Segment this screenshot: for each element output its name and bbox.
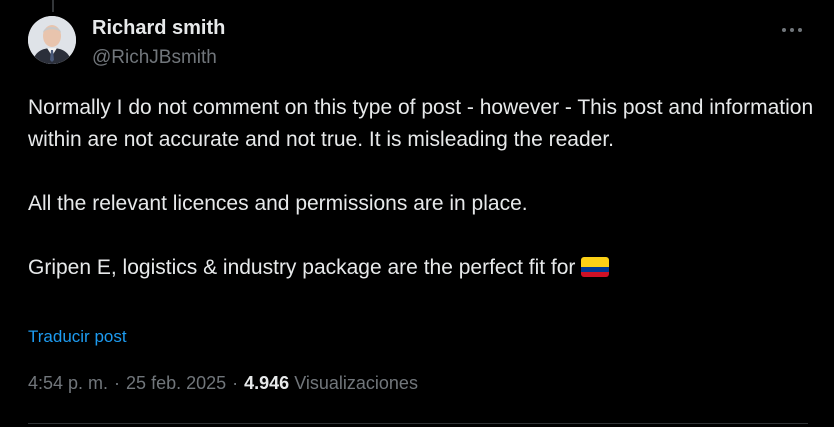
post-text: Normally I do not comment on this type o… [28,92,818,284]
views-label: Visualizaciones [294,373,418,393]
colombia-flag-icon [581,257,610,277]
author-handle[interactable]: @RichJBsmith [92,47,217,69]
post-time[interactable]: 4:54 p. m. [28,373,108,393]
translate-post-link[interactable]: Traducir post [28,327,127,347]
post-paragraph-with-flag: Gripen E, logistics & industry package a… [28,252,818,284]
author-name[interactable]: Richard smith [92,17,225,40]
views-count: 4.946 [244,373,290,393]
post-metadata: 4:54 p. m. · 25 feb. 2025 · 4.946 Visualizac… [28,373,418,394]
more-horizontal-icon [782,28,802,32]
post: Richard smith @RichJBsmith Normally I do… [0,0,834,427]
post-date[interactable]: 25 feb. 2025 [126,373,226,393]
divider [28,423,808,424]
more-options-button[interactable] [776,18,808,42]
post-paragraph: Gripen E, logistics & industry package a… [28,256,576,279]
post-paragraph: All the relevant licences and permission… [28,192,528,215]
meta-separator: · [232,373,239,393]
avatar-image [28,16,76,64]
avatar[interactable] [28,16,76,64]
post-paragraph: Normally I do not comment on this type o… [28,96,814,151]
meta-separator: · [114,373,121,393]
